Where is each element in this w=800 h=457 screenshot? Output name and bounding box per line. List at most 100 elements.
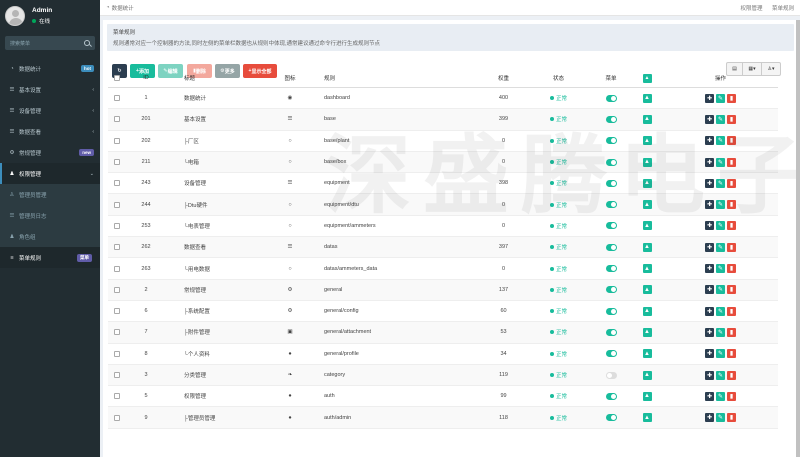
search-icon[interactable] <box>84 40 90 46</box>
table-row[interactable]: 6 ├系统配置 ⚙ general/config 60 正常 ▲ ✚ ✎ ▮ <box>108 301 778 323</box>
row-checkbox[interactable] <box>114 350 120 357</box>
sidebar-item-dashboard[interactable]: ◔ 数据统计 hot <box>0 58 100 79</box>
drag-move-icon[interactable]: ✚ <box>705 413 714 423</box>
edit-pencil-icon[interactable]: ✎ <box>716 200 725 210</box>
delete-trash-icon[interactable]: ▮ <box>727 391 736 401</box>
delete-trash-icon[interactable]: ▮ <box>727 136 736 146</box>
row-checkbox[interactable] <box>114 265 120 272</box>
delete-trash-icon[interactable]: ▮ <box>727 285 736 295</box>
add-child-icon[interactable]: ▲ <box>642 349 652 359</box>
edit-pencil-icon[interactable]: ✎ <box>716 264 725 274</box>
edit-pencil-icon[interactable]: ✎ <box>716 306 725 316</box>
add-child-icon[interactable]: ▲ <box>642 114 652 124</box>
edit-pencil-icon[interactable]: ✎ <box>716 242 725 252</box>
table-row[interactable]: 3 分类管理 ❧ category 119 正常 ▲ ✚ ✎ ▮ <box>108 364 778 387</box>
sidebar-item-rule[interactable]: ≡ 菜单规则 菜单 <box>0 247 100 268</box>
menu-toggle-switch[interactable] <box>605 392 617 400</box>
drag-move-icon[interactable]: ✚ <box>705 157 714 167</box>
delete-trash-icon[interactable]: ▮ <box>727 327 736 337</box>
edit-pencil-icon[interactable]: ✎ <box>716 178 725 188</box>
breadcrumb-link-auth[interactable]: 权限管理 <box>740 6 762 12</box>
add-child-icon[interactable]: ▲ <box>642 285 652 295</box>
menu-toggle-switch[interactable] <box>605 328 617 336</box>
drag-move-icon[interactable]: ✚ <box>705 200 714 210</box>
menu-toggle-switch[interactable] <box>605 371 617 379</box>
add-child-icon[interactable]: ▲ <box>642 306 652 316</box>
menu-toggle-switch[interactable] <box>605 414 617 422</box>
menu-toggle-switch[interactable] <box>605 243 617 251</box>
row-checkbox[interactable] <box>114 116 120 123</box>
avatar[interactable] <box>5 6 25 26</box>
sidebar-item-base[interactable]: ☰ 基本设置 ‹ <box>0 79 100 100</box>
menu-toggle-switch[interactable] <box>605 286 617 294</box>
col-weight[interactable]: 权重 <box>481 74 526 82</box>
col-id[interactable]: ID <box>126 75 166 81</box>
drag-move-icon[interactable]: ✚ <box>705 136 714 146</box>
breadcrumb-item[interactable]: 数据统计 <box>112 4 134 12</box>
scrollbar[interactable] <box>796 20 800 457</box>
drag-move-icon[interactable]: ✚ <box>705 370 714 380</box>
table-row[interactable]: 253 └电表管理 ○ equipment/ammeters 0 正常 ▲ ✚ … <box>108 216 778 238</box>
row-checkbox[interactable] <box>114 393 120 400</box>
edit-pencil-icon[interactable]: ✎ <box>716 221 725 231</box>
table-row[interactable]: 262 数据查看 ☰ datas 397 正常 ▲ ✚ ✎ ▮ <box>108 237 778 259</box>
table-row[interactable]: 263 └用电数据 ○ datas/ammeters_data 0 正常 ▲ ✚… <box>108 258 778 280</box>
add-child-icon[interactable]: ▲ <box>642 327 652 337</box>
table-row[interactable]: 1 数据统计 ◉ dashboard 400 正常 ▲ ✚ ✎ ▮ <box>108 88 778 110</box>
edit-pencil-icon[interactable]: ✎ <box>716 370 725 380</box>
drag-move-icon[interactable]: ✚ <box>705 306 714 316</box>
drag-move-icon[interactable]: ✚ <box>705 221 714 231</box>
edit-pencil-icon[interactable]: ✎ <box>716 157 725 167</box>
add-child-icon[interactable]: ▲ <box>642 370 652 380</box>
drag-move-icon[interactable]: ✚ <box>705 285 714 295</box>
sidebar-item-datas[interactable]: ☰ 数据查看 ‹ <box>0 121 100 142</box>
delete-trash-icon[interactable]: ▮ <box>727 114 736 124</box>
edit-pencil-icon[interactable]: ✎ <box>716 285 725 295</box>
sidebar-item-admin[interactable]: ♙ 管理员管理 <box>0 184 100 205</box>
drag-move-icon[interactable]: ✚ <box>705 114 714 124</box>
table-row[interactable]: 8 └个人资料 ● general/profile 34 正常 ▲ ✚ ✎ ▮ <box>108 344 778 365</box>
drag-move-icon[interactable]: ✚ <box>705 242 714 252</box>
menu-toggle-switch[interactable] <box>605 94 617 102</box>
menu-toggle-switch[interactable] <box>605 265 617 273</box>
drag-move-icon[interactable]: ✚ <box>705 349 714 359</box>
row-checkbox[interactable] <box>114 244 120 251</box>
delete-trash-icon[interactable]: ▮ <box>727 413 736 423</box>
row-checkbox[interactable] <box>114 286 120 293</box>
drag-move-icon[interactable]: ✚ <box>705 93 714 103</box>
drag-move-icon[interactable]: ✚ <box>705 264 714 274</box>
row-checkbox[interactable] <box>114 137 120 144</box>
add-child-icon[interactable]: ▲ <box>642 136 652 146</box>
select-all-checkbox[interactable] <box>114 75 120 81</box>
table-row[interactable]: 2 常规管理 ⚙ general 137 正常 ▲ ✚ ✎ ▮ <box>108 279 778 301</box>
delete-trash-icon[interactable]: ▮ <box>727 306 736 316</box>
row-checkbox[interactable] <box>114 95 120 102</box>
menu-toggle-switch[interactable] <box>605 201 617 209</box>
add-child-icon[interactable]: ▲ <box>642 178 652 188</box>
edit-pencil-icon[interactable]: ✎ <box>716 327 725 337</box>
table-row[interactable]: 244 ├Dtu硬件 ○ equipment/dtu 0 正常 ▲ ✚ ✎ ▮ <box>108 194 778 216</box>
row-checkbox[interactable] <box>114 180 120 187</box>
table-row[interactable]: 202 ├厂区 ○ base/plant 0 正常 ▲ ✚ ✎ ▮ <box>108 131 778 152</box>
sidebar-item-group[interactable]: ♟ 角色组 <box>0 226 100 247</box>
add-child-icon[interactable]: ▲ <box>642 413 652 423</box>
drag-move-icon[interactable]: ✚ <box>705 391 714 401</box>
menu-toggle-switch[interactable] <box>605 115 617 123</box>
row-checkbox[interactable] <box>114 201 120 208</box>
delete-trash-icon[interactable]: ▮ <box>727 242 736 252</box>
row-checkbox[interactable] <box>114 308 120 315</box>
edit-pencil-icon[interactable]: ✎ <box>716 349 725 359</box>
row-checkbox[interactable] <box>114 372 120 378</box>
add-child-icon[interactable]: ▲ <box>642 93 652 103</box>
menu-toggle-switch[interactable] <box>605 307 617 315</box>
add-child-icon[interactable]: ▲ <box>642 264 652 274</box>
table-row[interactable]: 201 基本设置 ☰ base 399 正常 ▲ ✚ ✎ ▮ <box>108 109 778 131</box>
add-child-icon[interactable]: ▲ <box>642 242 652 252</box>
menu-toggle-switch[interactable] <box>605 137 617 145</box>
row-checkbox[interactable] <box>114 159 120 166</box>
delete-trash-icon[interactable]: ▮ <box>727 370 736 380</box>
table-row[interactable]: 243 设备管理 ☰ equipment 398 正常 ▲ ✚ ✎ ▮ <box>108 173 778 195</box>
add-child-icon[interactable]: ▲ <box>642 200 652 210</box>
delete-trash-icon[interactable]: ▮ <box>727 221 736 231</box>
sidebar-item-general[interactable]: ⚙ 常规管理 new <box>0 142 100 163</box>
